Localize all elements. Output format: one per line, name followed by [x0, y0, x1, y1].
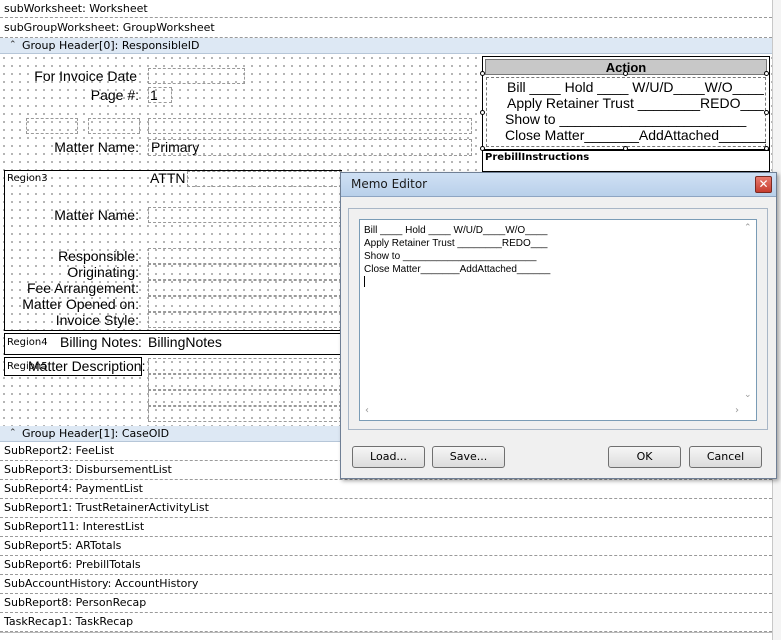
invoice-date-field[interactable]	[148, 68, 245, 84]
scroll-up-icon[interactable]: ⌃	[744, 223, 752, 233]
billing-notes-value: BillingNotes	[148, 334, 222, 350]
fee-arrangement-label: Fee Arrangement:	[26, 280, 139, 296]
collapse-caret-icon[interactable]: ⌃	[9, 426, 17, 441]
close-icon[interactable]: ✕	[755, 176, 772, 193]
text-cursor	[364, 276, 365, 287]
action-line: Close Matter_______AddAttached______	[505, 127, 766, 143]
memo-editor-title: Memo Editor	[351, 177, 428, 191]
page-field[interactable]: 1	[148, 87, 172, 103]
memo-editor-frame: Bill ____ Hold ____ W/U/D____W/O____ App…	[348, 208, 768, 430]
invoice-style-label: Invoice Style:	[55, 312, 139, 328]
band-prebilltotals[interactable]: SubReport6: PrebillTotals	[0, 556, 772, 575]
action-line: Bill ____ Hold ____ W/U/D____W/O____	[507, 79, 764, 95]
matter-description-field-3[interactable]	[148, 390, 342, 406]
attn-label: ATTN	[150, 170, 186, 186]
fee-arrangement-field[interactable]	[148, 280, 342, 296]
action-line: Apply Retainer Trust ________REDO___	[507, 95, 764, 111]
band-personrecap[interactable]: SubReport8: PersonRecap	[0, 594, 772, 613]
collapse-caret-icon[interactable]: ⌃	[9, 38, 17, 53]
horizontal-scrollbar[interactable]: ‹ ›	[360, 404, 742, 420]
originating-field[interactable]	[148, 264, 342, 280]
group-header-label: Group Header[1]: CaseOID	[22, 427, 170, 440]
band-accounthistory[interactable]: SubAccountHistory: AccountHistory	[0, 575, 772, 594]
billing-notes-label: Billing Notes:	[60, 334, 142, 350]
region3-label: Region3	[7, 173, 48, 184]
invoice-style-field[interactable]	[148, 312, 342, 328]
vertical-scrollbar[interactable]: ⌃ ⌄	[740, 220, 756, 405]
blank-field-1[interactable]	[26, 118, 78, 134]
attn-field[interactable]	[187, 171, 342, 187]
matter-opened-field[interactable]	[148, 296, 342, 312]
matter-name-label: Matter Name:	[54, 139, 139, 155]
matter-description-field-1[interactable]	[148, 358, 342, 374]
matter-description-field-2[interactable]	[148, 374, 342, 390]
cancel-button[interactable]: Cancel	[689, 446, 762, 468]
region4-label: Region4	[7, 337, 48, 348]
scroll-left-icon[interactable]: ‹	[365, 405, 369, 416]
prebill-label: PrebillInstructions	[485, 152, 590, 163]
group-header-label: Group Header[0]: ResponsibleID	[22, 39, 200, 52]
memo-text[interactable]: Bill ____ Hold ____ W/U/D____W/O____ App…	[364, 224, 740, 404]
matter-name-value: Primary	[151, 139, 200, 155]
region3-matter-name-label: Matter Name:	[54, 207, 139, 223]
page-label: Page #:	[90, 87, 139, 103]
matter-opened-label: Matter Opened on:	[22, 296, 139, 312]
blank-field-2[interactable]	[88, 118, 140, 134]
matter-name-field[interactable]: Primary	[148, 139, 472, 156]
save-button[interactable]: Save...	[432, 446, 505, 468]
band-interestlist[interactable]: SubReport11: InterestList	[0, 518, 772, 537]
memo-editor-titlebar[interactable]: Memo Editor ✕	[341, 173, 776, 197]
responsible-label: Responsible:	[58, 248, 139, 264]
scroll-down-icon[interactable]: ⌄	[744, 390, 752, 400]
invoice-date-label: For Invoice Date	[34, 68, 137, 84]
group-header-responsibleid[interactable]: ⌃ Group Header[0]: ResponsibleID	[0, 38, 772, 54]
ok-button[interactable]: OK	[608, 446, 681, 468]
blank-field-3[interactable]	[148, 118, 472, 134]
band-subgroupworksheet[interactable]: subGroupWorksheet: GroupWorksheet	[0, 18, 772, 38]
band-taskrecap[interactable]: TaskRecap1: TaskRecap	[0, 613, 772, 632]
band-artotals[interactable]: SubReport5: ARTotals	[0, 537, 772, 556]
matter-description-field-4[interactable]	[148, 406, 342, 422]
memo-editor-dialog[interactable]: Memo Editor ✕ Bill ____ Hold ____ W/U/D_…	[340, 172, 777, 479]
responsible-field[interactable]	[148, 248, 342, 264]
action-line: Show to ________________________	[505, 111, 747, 127]
matter-description-label: Matter Description:	[28, 358, 146, 374]
band-subworksheet[interactable]: subWorksheet: Worksheet	[0, 0, 772, 18]
region3-matter-name-field[interactable]	[148, 207, 342, 223]
resize-handle[interactable]	[764, 71, 769, 76]
action-memo-field[interactable]: Bill ____ Hold ____ W/U/D____W/O____ App…	[486, 77, 766, 147]
resize-handle[interactable]	[764, 110, 769, 115]
resize-handle[interactable]	[623, 71, 628, 76]
load-button[interactable]: Load...	[352, 446, 425, 468]
resize-handle[interactable]	[480, 71, 485, 76]
prebill-instructions-box[interactable]: PrebillInstructions	[482, 150, 770, 172]
resize-handle[interactable]	[480, 110, 485, 115]
memo-text-area[interactable]: Bill ____ Hold ____ W/U/D____W/O____ App…	[359, 219, 757, 421]
band-paymentlist[interactable]: SubReport4: PaymentList	[0, 480, 772, 499]
band-trustretaineractivitylist[interactable]: SubReport1: TrustRetainerActivityList	[0, 499, 772, 518]
originating-label: Originating:	[67, 264, 139, 280]
scroll-right-icon[interactable]: ›	[735, 405, 739, 416]
page-value: 1	[150, 87, 158, 103]
